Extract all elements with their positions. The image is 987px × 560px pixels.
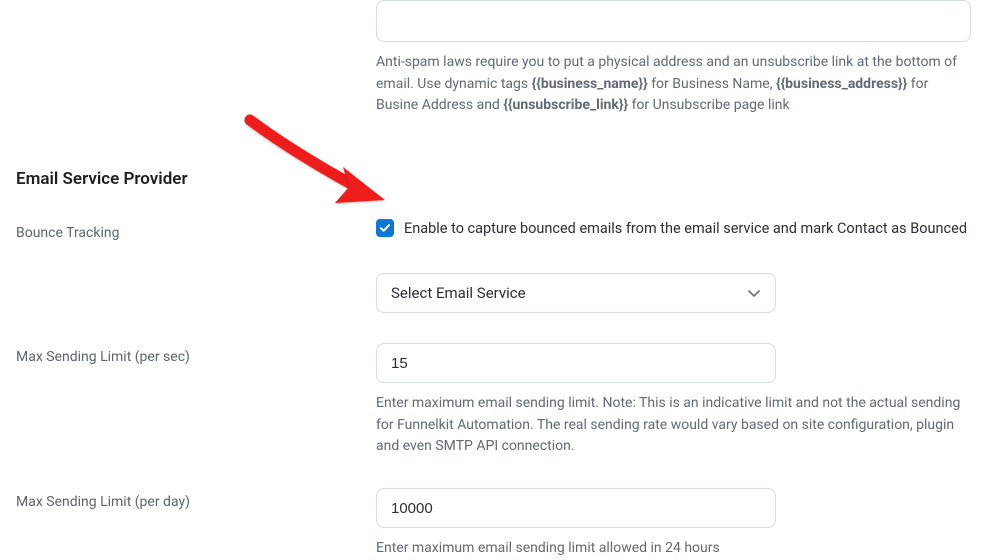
max-sending-day-label: Max Sending Limit (per day) [16, 494, 376, 510]
email-footer-help: Anti-spam laws require you to put a phys… [376, 52, 971, 117]
bounce-tracking-checkbox[interactable] [376, 219, 394, 237]
max-sending-day-input[interactable] [376, 488, 776, 528]
section-title-email-service-provider: Email Service Provider [16, 169, 376, 189]
max-sending-sec-label: Max Sending Limit (per sec) [16, 349, 376, 365]
bounce-tracking-checkbox-label: Enable to capture bounced emails from th… [404, 220, 967, 237]
email-footer-input[interactable] [376, 0, 971, 42]
max-sending-sec-input[interactable] [376, 343, 776, 383]
email-service-select[interactable]: Select Email Service [376, 273, 776, 313]
bounce-tracking-label: Bounce Tracking [16, 225, 376, 241]
check-icon [379, 222, 391, 234]
email-service-select-value: Select Email Service [391, 284, 526, 302]
max-sending-sec-help: Enter maximum email sending limit. Note:… [376, 393, 971, 458]
max-sending-day-help: Enter maximum email sending limit allowe… [376, 538, 971, 560]
